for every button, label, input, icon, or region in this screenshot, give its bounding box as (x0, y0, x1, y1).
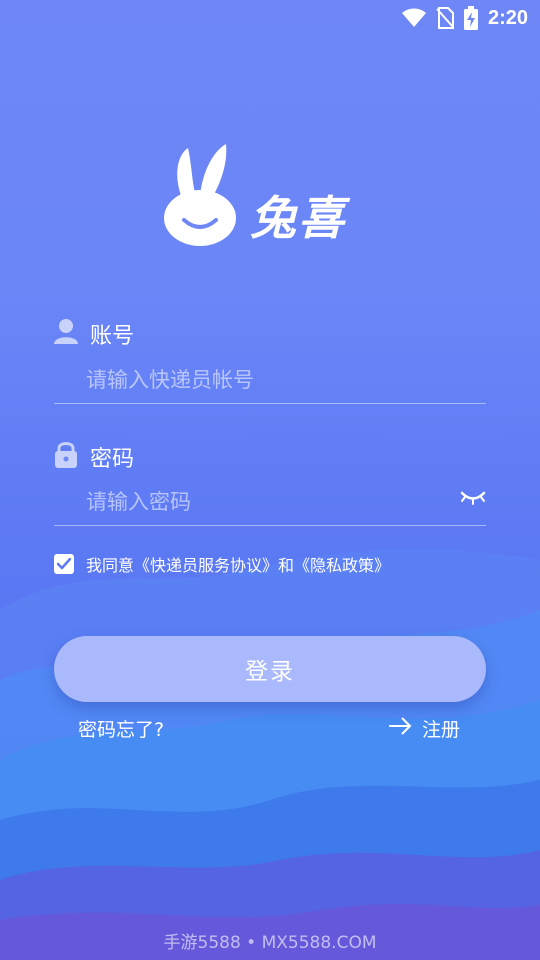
forgot-password-link[interactable]: 密码忘了? (78, 715, 164, 742)
arrow-right-icon (388, 717, 412, 740)
agreement-text[interactable]: 我同意《快递员服务协议》和《隐私政策》 (86, 552, 390, 576)
password-label: 密码 (90, 447, 135, 472)
password-input[interactable] (54, 478, 486, 525)
status-time: 2:20 (487, 6, 528, 29)
account-label-row: 账号 (54, 318, 134, 350)
lock-icon (54, 440, 78, 474)
register-label: 注册 (422, 719, 461, 741)
app-logo: 兔喜 (162, 140, 382, 252)
agreement-row: 我同意《快递员服务协议》和《隐私政策》 (54, 552, 390, 576)
password-label-row: 密码 (54, 440, 134, 474)
battery-charging-icon (463, 6, 478, 30)
login-button[interactable]: 登录 (54, 636, 486, 702)
account-input[interactable] (54, 356, 486, 403)
wifi-icon (401, 8, 426, 28)
no-sim-icon (436, 7, 454, 29)
logo-text: 兔喜 (250, 191, 346, 245)
watermark: 手游5588 • MX5588.COM (163, 933, 377, 953)
user-icon (54, 318, 78, 350)
account-label: 账号 (90, 324, 135, 349)
password-field[interactable] (54, 478, 486, 526)
check-icon (57, 558, 71, 570)
eye-closed-icon[interactable] (460, 490, 486, 510)
register-link[interactable]: 注册 (388, 715, 460, 742)
account-field[interactable] (54, 356, 486, 404)
status-bar: 2:20 (0, 0, 540, 36)
agreement-checkbox[interactable] (54, 554, 74, 574)
rabbit-logo-icon (162, 138, 242, 252)
